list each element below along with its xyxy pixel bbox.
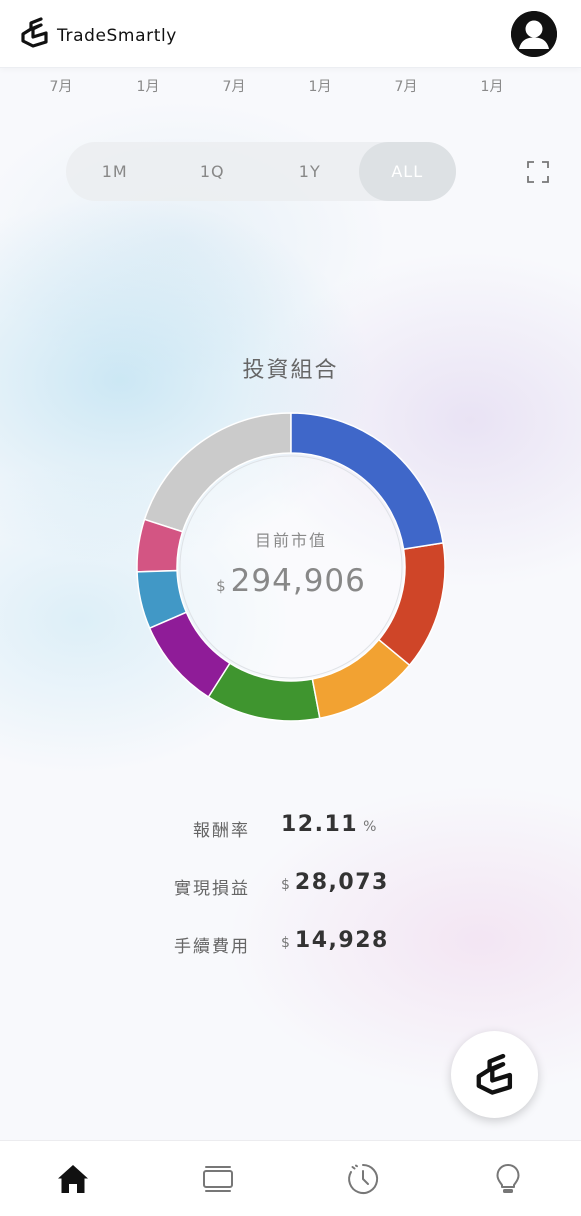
month-label: 7月 (49, 79, 73, 95)
currency-symbol: $ (216, 577, 226, 595)
market-value-amount: 294,906 (230, 563, 366, 599)
market-value-label: 目前市值 (254, 531, 327, 550)
month-label: 1月 (480, 79, 504, 95)
app-header: TradeSmartly (0, 0, 581, 68)
stat-value-group: $ 14,928 (281, 928, 389, 953)
range-button-1q[interactable]: 1Q (164, 142, 262, 201)
stat-unit: % (363, 819, 377, 835)
bottom-navigation (0, 1140, 581, 1216)
portfolio-title: 投資組合 (242, 358, 339, 383)
stat-value: 14,928 (294, 928, 389, 953)
range-button-1y[interactable]: 1Y (261, 142, 359, 201)
month-label: 7月 (394, 79, 418, 95)
currency-symbol: $ (281, 935, 290, 951)
stat-value-group: $ 28,073 (281, 870, 389, 895)
nav-home[interactable] (33, 1149, 113, 1209)
market-value: $ 294,906 (216, 563, 366, 599)
month-label: 7月 (222, 79, 246, 95)
user-avatar-icon[interactable] (511, 11, 557, 57)
fullscreen-icon[interactable] (526, 160, 550, 184)
chart-month-axis: 7月 1月 7月 1月 7月 1月 (0, 76, 581, 98)
stat-label: 實現損益 (174, 879, 250, 899)
stat-row-realized-pnl: 實現損益 $ 28,073 (0, 870, 581, 904)
stat-value: 28,073 (294, 870, 389, 895)
floating-action-button[interactable] (451, 1031, 538, 1118)
stat-value-group: 12.11 % (281, 812, 376, 837)
nav-history[interactable] (323, 1149, 403, 1209)
brand-name: TradeSmartly (57, 26, 177, 46)
history-icon (348, 1163, 379, 1194)
month-label: 1月 (308, 79, 332, 95)
currency-symbol: $ (281, 877, 290, 893)
stat-row-fees: 手續費用 $ 14,928 (0, 928, 581, 962)
time-range-selector: 1M 1Q 1Y ALL (66, 142, 456, 201)
stat-label: 手續費用 (174, 937, 250, 957)
nav-cards[interactable] (178, 1149, 258, 1209)
brand-logo[interactable]: TradeSmartly (20, 16, 177, 50)
tradesmartly-logo-icon (476, 1053, 512, 1095)
range-button-1m[interactable]: 1M (66, 142, 164, 201)
donut-center: 目前市值 $ 294,906 (136, 412, 446, 722)
range-button-all[interactable]: ALL (358, 142, 456, 201)
cards-icon (202, 1165, 233, 1192)
stat-value: 12.11 (281, 812, 359, 837)
stat-row-return-rate: 報酬率 12.11 % (0, 812, 581, 846)
nav-insights[interactable] (468, 1149, 548, 1209)
home-icon (57, 1164, 88, 1193)
tradesmartly-logo-icon (21, 17, 48, 48)
month-label: 1月 (136, 79, 160, 95)
stat-label: 報酬率 (193, 821, 250, 841)
lightbulb-icon (496, 1163, 520, 1193)
